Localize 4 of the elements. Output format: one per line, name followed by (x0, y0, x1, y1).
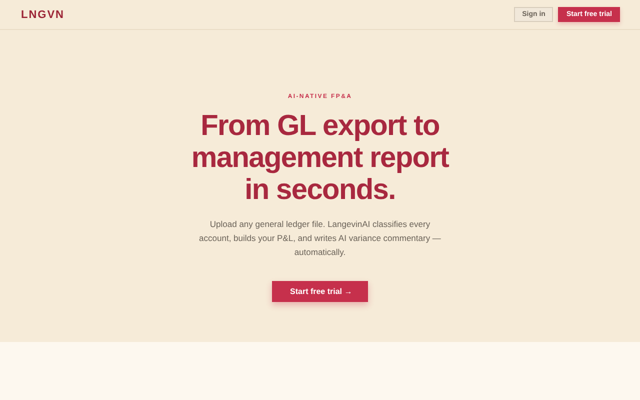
hero-description: Upload any general ledger file. LangevinAI classifies every account, builds your P&L, and writes AI variance commentary — automatically. (198, 218, 442, 259)
start-trial-button[interactable]: Start free trial → (272, 281, 368, 302)
logo[interactable]: LNGVN (21, 8, 64, 20)
hero-headline: From GL export to management report in seconds. (190, 110, 450, 206)
